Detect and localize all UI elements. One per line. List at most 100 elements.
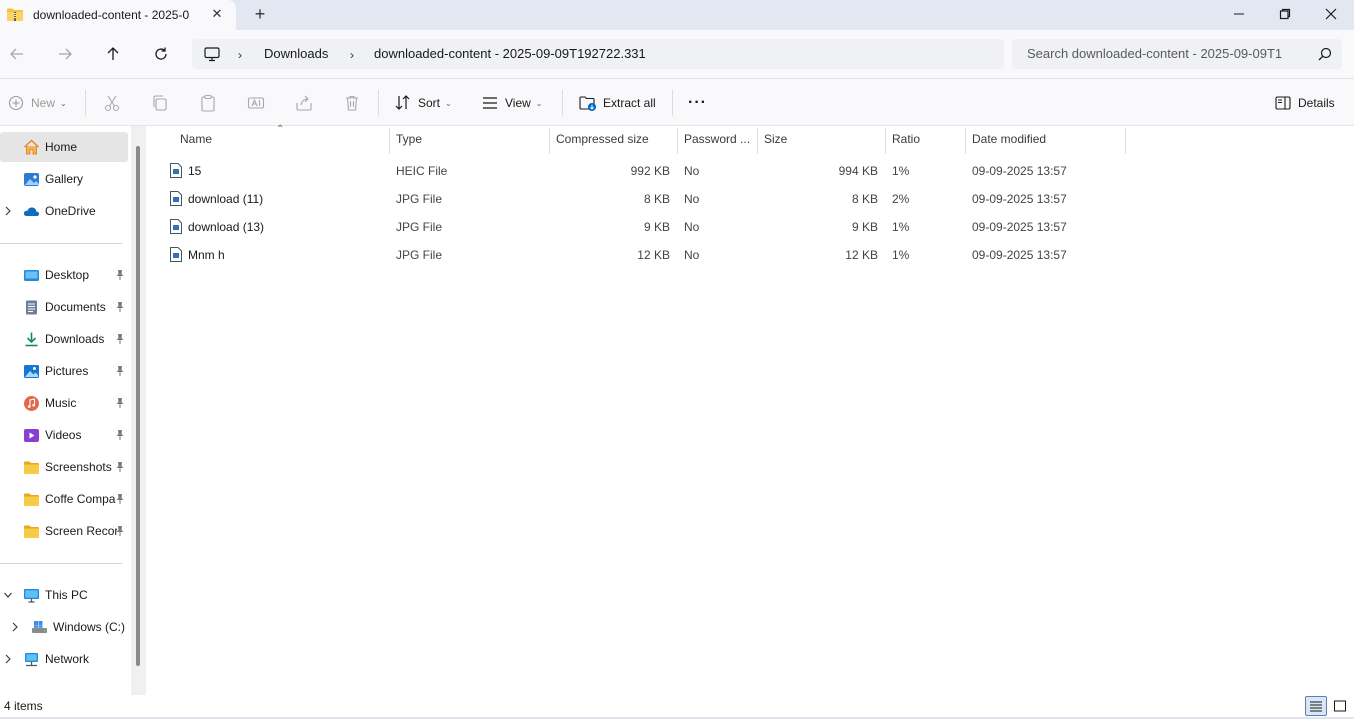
view-button[interactable]: View ⌄ bbox=[481, 93, 543, 113]
minimize-button[interactable] bbox=[1216, 0, 1262, 28]
extract-all-label: Extract all bbox=[603, 96, 656, 110]
column-header-date-modified[interactable]: Date modified bbox=[972, 132, 1046, 146]
column-divider[interactable] bbox=[885, 128, 886, 154]
close-window-button[interactable] bbox=[1308, 0, 1354, 28]
sidebar-item-home[interactable]: Home bbox=[0, 132, 128, 162]
forward-button[interactable] bbox=[55, 44, 75, 64]
chevron-down-icon: ⌄ bbox=[535, 98, 543, 108]
sidebar-item-label: Home bbox=[45, 140, 78, 154]
column-header-compressed-size[interactable]: Compressed size bbox=[556, 132, 649, 146]
sidebar-item-documents[interactable]: Documents bbox=[0, 292, 128, 322]
chevron-down-icon[interactable] bbox=[3, 589, 13, 601]
search-box[interactable]: Search downloaded-content - 2025-09-09T1 bbox=[1012, 39, 1342, 69]
scrollbar-thumb[interactable] bbox=[136, 146, 140, 666]
tiles-view-button[interactable] bbox=[1329, 696, 1351, 716]
file-date-modified: 09-09-2025 13:57 bbox=[972, 192, 1067, 206]
restore-button[interactable] bbox=[1262, 0, 1308, 28]
sidebar-item-label: Music bbox=[45, 396, 77, 410]
sidebar-item-coffe-compa[interactable]: Coffe Compa bbox=[0, 484, 128, 514]
new-button[interactable]: New ⌄ bbox=[7, 93, 67, 113]
pin-icon[interactable] bbox=[115, 461, 125, 473]
table-row[interactable]: 15 HEIC File 992 KB No 994 KB 1% 09-09-2… bbox=[146, 156, 1354, 184]
folder-icon bbox=[24, 493, 39, 506]
pin-icon[interactable] bbox=[115, 365, 125, 377]
file-icon bbox=[170, 247, 182, 262]
details-pane-icon bbox=[1274, 94, 1292, 112]
extract-all-button[interactable]: Extract all bbox=[579, 93, 656, 113]
column-divider[interactable] bbox=[1125, 128, 1126, 154]
more-options-button[interactable]: ··· bbox=[688, 93, 707, 113]
copy-button[interactable] bbox=[151, 93, 169, 113]
sidebar-item-downloads[interactable]: Downloads bbox=[0, 324, 128, 354]
rename-button[interactable] bbox=[247, 93, 265, 113]
details-view-button[interactable] bbox=[1305, 696, 1327, 716]
search-icon[interactable] bbox=[1318, 47, 1332, 61]
close-tab-icon[interactable]: ✕ bbox=[210, 6, 224, 22]
pin-icon[interactable] bbox=[115, 525, 125, 537]
pin-icon[interactable] bbox=[115, 429, 125, 441]
drive-icon bbox=[32, 621, 47, 633]
tab-downloaded-content[interactable]: downloaded-content - 2025-0 ✕ bbox=[0, 0, 236, 30]
file-type: JPG File bbox=[396, 192, 443, 206]
table-row[interactable]: download (13) JPG File 9 KB No 9 KB 1% 0… bbox=[146, 212, 1354, 240]
table-row[interactable]: Mnm h JPG File 12 KB No 12 KB 1% 09-09-2… bbox=[146, 240, 1354, 268]
sidebar-item-screenshots[interactable]: Screenshots bbox=[0, 452, 128, 482]
sidebar-item-screen-recordings[interactable]: Screen Recor bbox=[0, 516, 128, 546]
sidebar-item-onedrive[interactable]: OneDrive bbox=[0, 196, 128, 226]
column-divider[interactable] bbox=[549, 128, 550, 154]
sort-button[interactable]: Sort ⌄ bbox=[394, 93, 452, 113]
clipboard-icon bbox=[201, 94, 215, 112]
refresh-button[interactable] bbox=[151, 44, 171, 64]
list-view-icon bbox=[1310, 701, 1322, 712]
toolbar-divider bbox=[378, 90, 379, 116]
details-label: Details bbox=[1298, 96, 1335, 110]
sidebar-item-this-pc[interactable]: This PC bbox=[0, 580, 128, 610]
pin-icon[interactable] bbox=[115, 333, 125, 345]
chevron-right-icon[interactable] bbox=[3, 205, 13, 217]
details-button[interactable]: Details bbox=[1274, 93, 1335, 113]
back-button[interactable] bbox=[7, 44, 27, 64]
refresh-icon bbox=[155, 47, 167, 60]
column-divider[interactable] bbox=[677, 128, 678, 154]
column-header-name[interactable]: Name bbox=[180, 132, 212, 146]
copy-icon bbox=[153, 95, 167, 111]
column-divider[interactable] bbox=[757, 128, 758, 154]
column-divider[interactable] bbox=[965, 128, 966, 154]
delete-button[interactable] bbox=[343, 93, 361, 113]
new-tab-icon[interactable]: + bbox=[252, 5, 268, 23]
sidebar-item-music[interactable]: Music bbox=[0, 388, 128, 418]
up-button[interactable] bbox=[103, 44, 123, 64]
pin-icon[interactable] bbox=[115, 269, 125, 281]
sidebar-scrollbar[interactable] bbox=[131, 126, 146, 695]
sidebar-item-videos[interactable]: Videos bbox=[0, 420, 128, 450]
pin-icon[interactable] bbox=[115, 301, 125, 313]
table-row[interactable]: download (11) JPG File 8 KB No 8 KB 2% 0… bbox=[146, 184, 1354, 212]
cut-button[interactable] bbox=[103, 93, 121, 113]
breadcrumb-downloads[interactable]: Downloads bbox=[264, 46, 328, 61]
column-header-size[interactable]: Size bbox=[764, 132, 787, 146]
sidebar-item-network[interactable]: Network bbox=[0, 644, 128, 674]
chevron-right-icon[interactable] bbox=[10, 621, 20, 633]
sidebar-item-desktop[interactable]: Desktop bbox=[0, 260, 128, 290]
share-button[interactable] bbox=[295, 93, 313, 113]
address-bar[interactable]: › Downloads › downloaded-content - 2025-… bbox=[192, 39, 1004, 69]
breadcrumb-current-folder[interactable]: downloaded-content - 2025-09-09T192722.3… bbox=[374, 46, 646, 61]
arrow-right-icon bbox=[59, 48, 72, 60]
sidebar-item-gallery[interactable]: Gallery bbox=[0, 164, 128, 194]
search-input[interactable]: Search downloaded-content - 2025-09-09T1 bbox=[1027, 46, 1307, 61]
file-ratio: 2% bbox=[892, 192, 910, 206]
sidebar-item-windows-c[interactable]: Windows (C:) bbox=[0, 612, 131, 642]
column-header-type[interactable]: Type bbox=[396, 132, 422, 146]
download-icon bbox=[25, 332, 38, 347]
column-header-ratio[interactable]: Ratio bbox=[892, 132, 920, 146]
pin-icon[interactable] bbox=[115, 493, 125, 505]
pin-icon[interactable] bbox=[115, 397, 125, 409]
file-icon bbox=[170, 219, 182, 234]
sidebar-item-pictures[interactable]: Pictures bbox=[0, 356, 128, 386]
chevron-right-icon[interactable] bbox=[3, 653, 13, 665]
column-divider[interactable] bbox=[389, 128, 390, 154]
sort-label: Sort bbox=[418, 96, 441, 110]
title-bar: downloaded-content - 2025-0 ✕ + bbox=[0, 0, 1354, 30]
column-header-password[interactable]: Password ... bbox=[684, 132, 750, 146]
paste-button[interactable] bbox=[199, 93, 217, 113]
